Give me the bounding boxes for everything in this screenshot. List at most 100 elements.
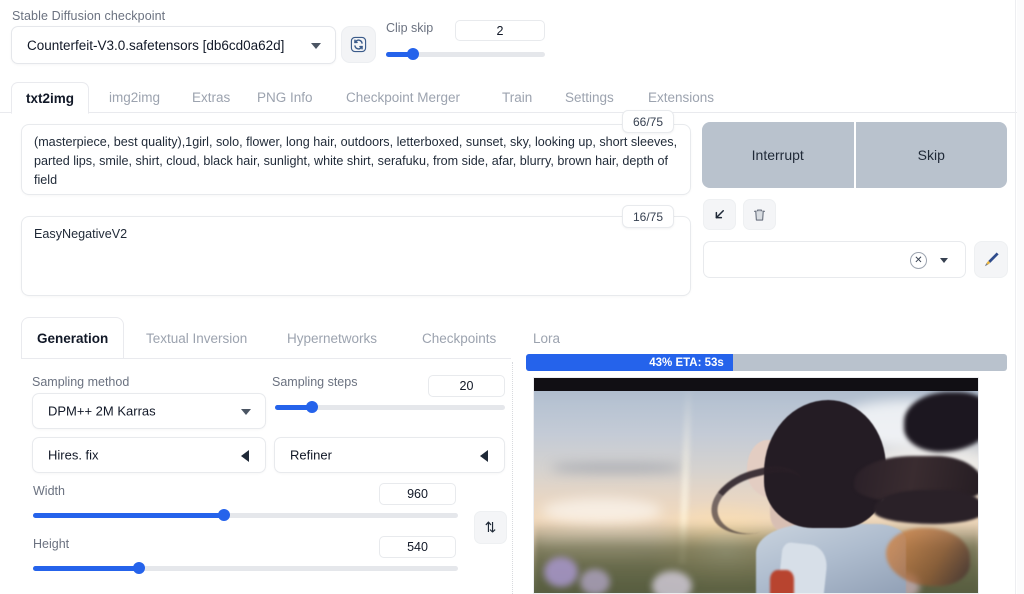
positive-prompt-text: (masterpiece, best quality),1girl, solo,… [34,133,680,190]
hires-fix-label: Hires. fix [48,448,99,463]
webui-root: Stable Diffusion checkpoint Counterfeit-… [0,0,1024,594]
read-generation-params-button[interactable] [703,199,736,230]
generation-progress-bar: 43% ETA: 53s [526,354,1007,371]
image-preview-panel[interactable] [533,377,979,594]
width-slider[interactable] [33,509,458,521]
tab-checkpoint-merger[interactable]: Checkpoint Merger [332,82,474,113]
clip-skip-value: 2 [497,24,504,38]
top-toolbar: Stable Diffusion checkpoint Counterfeit-… [0,0,1024,76]
chevron-left-icon [480,450,488,462]
subtab-label: Lora [533,331,560,346]
skip-button[interactable]: Skip [854,122,1008,188]
paintbrush-icon [982,250,1001,269]
slider-handle[interactable] [218,509,230,521]
sampling-steps-label: Sampling steps [272,375,357,389]
refiner-accordion[interactable]: Refiner [274,437,505,473]
styles-dropdown[interactable]: ✕ [703,241,966,278]
tab-label: Extensions [648,90,714,105]
clip-skip-number-input[interactable]: 2 [455,20,545,41]
subtab-generation[interactable]: Generation [21,317,124,359]
flower [580,569,610,594]
subtab-divider [21,358,511,359]
tab-png-info[interactable]: PNG Info [243,82,327,113]
tab-label: Checkpoint Merger [346,90,460,105]
subtab-lora[interactable]: Lora [518,317,575,359]
width-value: 960 [407,487,428,501]
positive-prompt-textarea[interactable]: (masterpiece, best quality),1girl, solo,… [21,124,691,195]
height-value: 540 [407,540,428,554]
tab-label: PNG Info [257,90,313,105]
tab-label: txt2img [26,91,74,106]
page-scrollbar[interactable] [1017,0,1024,594]
sampling-method-value: DPM++ 2M Karras [48,404,156,419]
height-slider[interactable] [33,562,458,574]
tab-extras[interactable]: Extras [178,82,244,113]
slider-handle[interactable] [306,401,318,413]
tab-extensions[interactable]: Extensions [634,82,728,113]
flower [544,557,578,587]
trash-icon [752,207,767,223]
hires-fix-accordion[interactable]: Hires. fix [32,437,266,473]
subtab-hypernetworks[interactable]: Hypernetworks [272,317,392,359]
sampling-method-dropdown[interactable]: DPM++ 2M Karras [32,393,266,429]
cloud [542,498,662,524]
checkpoint-label: Stable Diffusion checkpoint [12,9,165,23]
subtab-textual-inversion[interactable]: Textual Inversion [131,317,262,359]
arrow-down-left-icon [712,207,727,222]
negative-prompt-textarea[interactable]: EasyNegativeV2 [21,216,691,296]
uniform-ribbon [770,570,794,594]
slider-handle[interactable] [133,562,145,574]
subtab-label: Textual Inversion [146,331,247,346]
checkpoint-dropdown[interactable]: Counterfeit-V3.0.safetensors [db6cd0a62d… [11,26,336,64]
width-input[interactable]: 960 [379,483,456,505]
slider-handle[interactable] [407,48,419,60]
refiner-label: Refiner [290,448,332,463]
clear-x-icon[interactable]: ✕ [910,252,927,269]
subtab-label: Generation [37,331,108,346]
generated-image [534,378,979,594]
flowing-hair [874,490,979,524]
clip-skip-label: Clip skip [386,21,433,35]
apply-style-button[interactable] [974,241,1008,278]
tab-label: img2img [109,90,160,105]
negative-token-counter: 16/75 [622,205,674,228]
panel-divider [512,362,513,594]
height-input[interactable]: 540 [379,536,456,558]
tab-txt2img[interactable]: txt2img [11,82,89,114]
subtab-label: Checkpoints [422,331,496,346]
checkpoint-value: Counterfeit-V3.0.safetensors [db6cd0a62d… [27,38,284,53]
interrupt-button[interactable]: Interrupt [702,122,854,188]
main-tab-bar: txt2img img2img Extras PNG Info Checkpoi… [0,82,1024,113]
chevron-down-icon [311,43,321,49]
clip-skip-slider[interactable] [386,48,545,60]
height-label: Height [33,537,69,551]
sampling-steps-value: 20 [460,379,474,393]
swap-dimensions-icon: ⇅ [485,519,497,536]
sampling-method-label: Sampling method [32,375,129,389]
refresh-checkpoints-button[interactable] [341,26,376,63]
chevron-down-icon[interactable] [940,258,948,263]
refresh-icon [350,36,367,53]
chevron-down-icon [241,409,251,415]
tab-label: Extras [192,90,230,105]
chevron-left-icon [241,450,249,462]
tab-settings[interactable]: Settings [551,82,628,113]
negative-prompt-text: EasyNegativeV2 [34,225,680,244]
slider-fill [33,566,139,571]
subtab-checkpoints[interactable]: Checkpoints [407,317,511,359]
generation-tab-bar: Generation Textual Inversion Hypernetwor… [21,317,511,359]
clear-prompt-button[interactable] [743,199,776,230]
sampling-steps-slider[interactable] [275,401,505,413]
positive-token-counter: 66/75 [622,110,674,133]
letterbox-bar [534,378,979,391]
progress-label: 43% ETA: 53s [649,357,733,369]
cloud-streak [552,464,682,472]
flower [652,571,692,594]
swap-dimensions-button[interactable]: ⇅ [474,511,507,544]
generate-button-group: Interrupt Skip [702,122,1007,188]
tab-img2img[interactable]: img2img [95,82,174,113]
tab-label: Settings [565,90,614,105]
sampling-steps-input[interactable]: 20 [428,375,505,397]
progress-fill: 43% ETA: 53s [526,354,733,371]
tab-train[interactable]: Train [488,82,546,113]
